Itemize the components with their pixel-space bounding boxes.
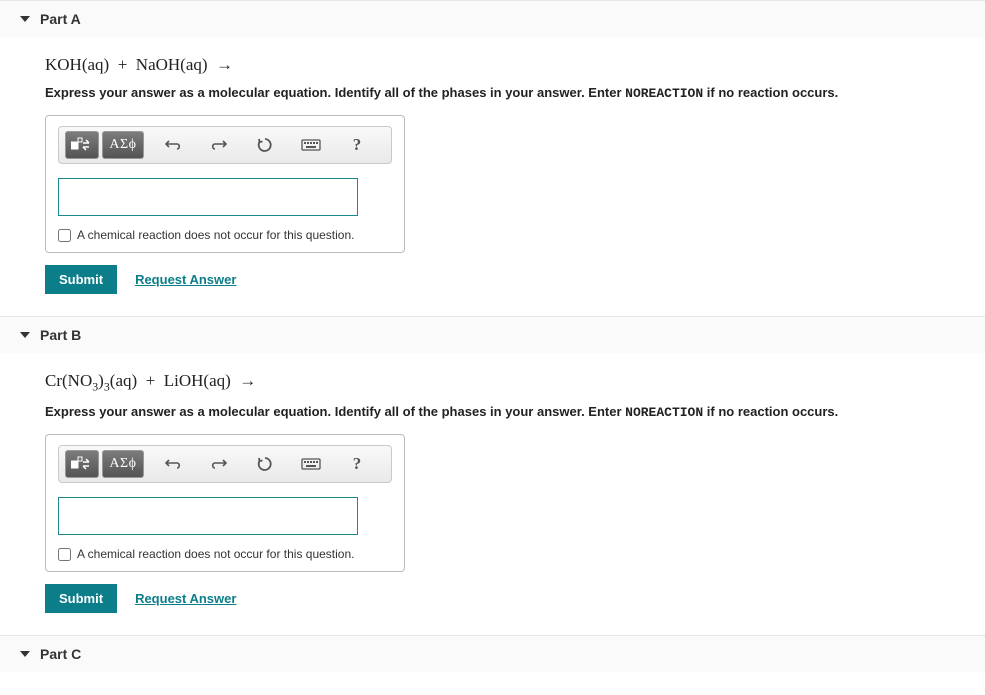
greek-letters-button[interactable]: ΑΣϕ (102, 450, 144, 478)
keyboard-button[interactable] (294, 450, 328, 478)
equation: KOH(aq) + NaOH(aq) → (45, 55, 965, 75)
caret-down-icon (20, 332, 30, 338)
part-title: Part C (40, 646, 81, 662)
equation-toolbar: ΑΣϕ ? (58, 126, 392, 164)
keyboard-button[interactable] (294, 131, 328, 159)
caret-down-icon (20, 16, 30, 22)
part-b: Part B Cr(NO3)3(aq) + LiOH(aq) → Express… (0, 316, 985, 635)
undo-button[interactable] (156, 450, 190, 478)
caret-down-icon (20, 651, 30, 657)
answer-input[interactable] (58, 178, 358, 216)
no-reaction-label: A chemical reaction does not occur for t… (77, 547, 354, 561)
part-header[interactable]: Part C (0, 636, 985, 672)
instructions-pre: Express your answer as a molecular equat… (45, 404, 625, 419)
answer-panel: ΑΣϕ ? A chemical reaction doe (45, 115, 405, 253)
request-answer-link[interactable]: Request Answer (135, 272, 236, 287)
request-answer-link[interactable]: Request Answer (135, 591, 236, 606)
greek-letters-button[interactable]: ΑΣϕ (102, 131, 144, 159)
action-row: Submit Request Answer (45, 265, 965, 294)
submit-button[interactable]: Submit (45, 265, 117, 294)
no-reaction-row[interactable]: A chemical reaction does not occur for t… (58, 228, 392, 242)
instructions-pre: Express your answer as a molecular equat… (45, 85, 625, 100)
no-reaction-checkbox[interactable] (58, 548, 71, 561)
instructions: Express your answer as a molecular equat… (45, 404, 965, 420)
equation-toolbar: ΑΣϕ ? (58, 445, 392, 483)
instructions-post: if no reaction occurs. (703, 85, 838, 100)
help-button[interactable]: ? (340, 131, 374, 159)
instructions-code: NOREACTION (625, 86, 703, 101)
redo-button[interactable] (202, 131, 236, 159)
instructions: Express your answer as a molecular equat… (45, 85, 965, 101)
help-button[interactable]: ? (340, 450, 374, 478)
no-reaction-label: A chemical reaction does not occur for t… (77, 228, 354, 242)
redo-button[interactable] (202, 450, 236, 478)
instructions-post: if no reaction occurs. (703, 404, 838, 419)
template-button[interactable] (65, 450, 99, 478)
answer-panel: ΑΣϕ ? A chemical reaction doe (45, 434, 405, 572)
reset-button[interactable] (248, 450, 282, 478)
answer-input[interactable] (58, 497, 358, 535)
instructions-code: NOREACTION (625, 405, 703, 420)
submit-button[interactable]: Submit (45, 584, 117, 613)
template-button[interactable] (65, 131, 99, 159)
part-a: Part A KOH(aq) + NaOH(aq) → Express your… (0, 0, 985, 316)
part-header[interactable]: Part B (0, 317, 985, 353)
part-body: Cr(NO3)3(aq) + LiOH(aq) → Express your a… (0, 353, 985, 635)
part-c: Part C (0, 635, 985, 672)
part-title: Part A (40, 11, 81, 27)
no-reaction-row[interactable]: A chemical reaction does not occur for t… (58, 547, 392, 561)
part-header[interactable]: Part A (0, 1, 985, 37)
action-row: Submit Request Answer (45, 584, 965, 613)
reset-button[interactable] (248, 131, 282, 159)
equation: Cr(NO3)3(aq) + LiOH(aq) → (45, 371, 965, 394)
no-reaction-checkbox[interactable] (58, 229, 71, 242)
undo-button[interactable] (156, 131, 190, 159)
part-body: KOH(aq) + NaOH(aq) → Express your answer… (0, 37, 985, 316)
part-title: Part B (40, 327, 81, 343)
